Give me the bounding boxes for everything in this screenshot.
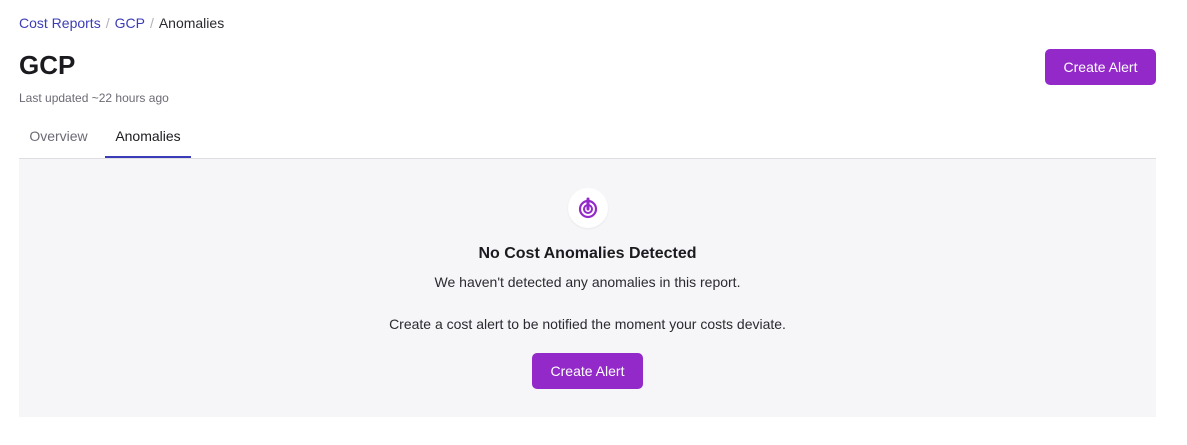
empty-state-title: No Cost Anomalies Detected xyxy=(478,245,697,262)
empty-state-message: We haven't detected any anomalies in thi… xyxy=(434,274,741,290)
page-title: GCP xyxy=(19,50,76,80)
create-alert-button[interactable]: Create Alert xyxy=(1045,49,1156,85)
breadcrumb-separator: / xyxy=(105,15,110,31)
target-pointer-icon xyxy=(568,188,608,228)
last-updated-text: Last updated ~22 hours ago xyxy=(19,91,169,105)
tab-bar: Overview Anomalies xyxy=(19,118,1156,159)
empty-state-panel: No Cost Anomalies Detected We haven't de… xyxy=(19,159,1156,417)
cost-report-page: Cost Reports / GCP / Anomalies GCP Last … xyxy=(0,0,1187,445)
breadcrumb-separator: / xyxy=(149,15,154,31)
breadcrumb: Cost Reports / GCP / Anomalies xyxy=(19,14,224,32)
empty-state-create-alert-button[interactable]: Create Alert xyxy=(532,353,643,389)
empty-state-cta-text: Create a cost alert to be notified the m… xyxy=(389,316,786,332)
breadcrumb-current: Anomalies xyxy=(158,15,225,31)
target-pointer-icon-graphic xyxy=(578,197,598,219)
tab-overview[interactable]: Overview xyxy=(19,118,98,158)
breadcrumb-gcp[interactable]: GCP xyxy=(115,14,145,32)
breadcrumb-cost-reports[interactable]: Cost Reports xyxy=(19,14,101,32)
tab-anomalies[interactable]: Anomalies xyxy=(105,118,191,158)
